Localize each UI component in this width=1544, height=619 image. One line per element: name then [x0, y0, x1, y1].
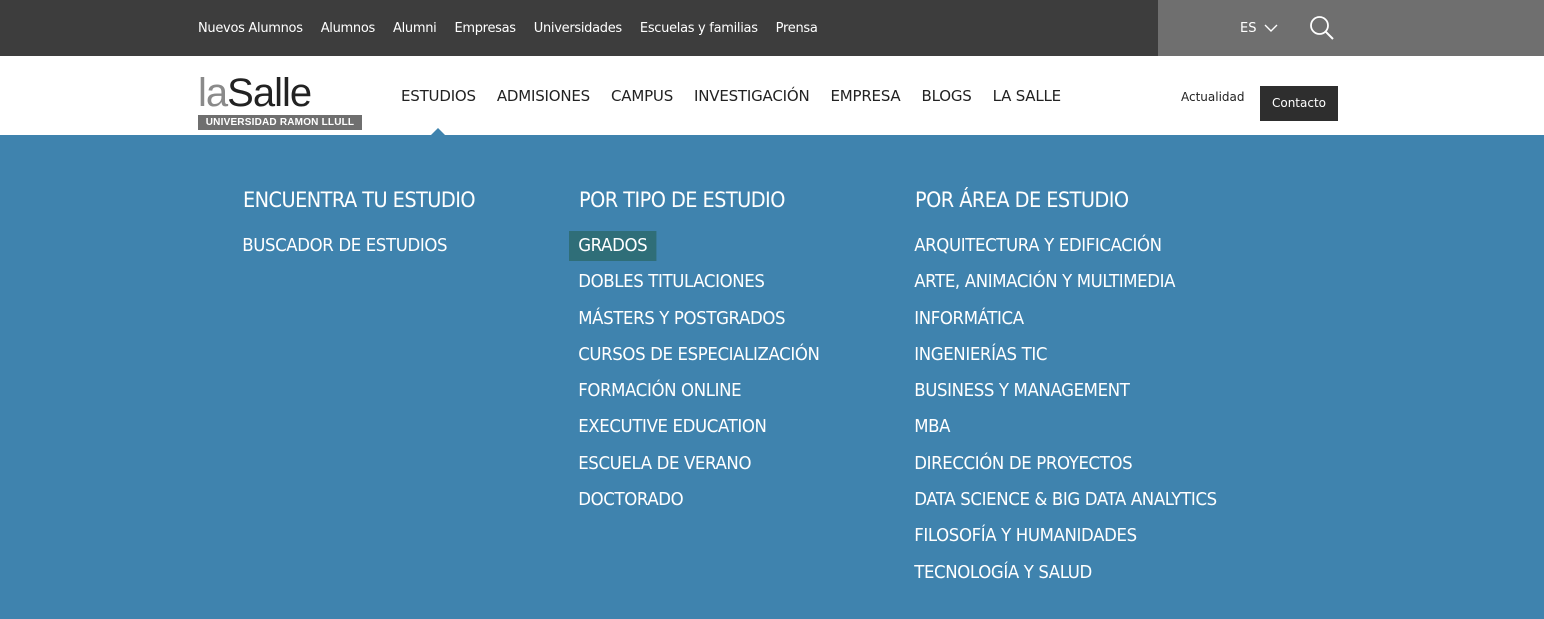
logo-subtitle: UNIVERSIDAD RAMON LLULL [198, 115, 362, 130]
topbar-link-universidades[interactable]: Universidades [534, 21, 622, 36]
menu-item-selected[interactable]: GRADOS [569, 231, 851, 267]
menu-item[interactable]: INFORMÁTICA [914, 304, 1254, 340]
menu-item[interactable]: DOBLES TITULACIONES [578, 267, 851, 303]
topbar-link-alumnos[interactable]: Alumnos [321, 21, 376, 36]
nav-estudios[interactable]: ESTUDIOS [401, 87, 476, 138]
menu-column-encuentra: ENCUENTRA TU ESTUDIO BUSCADOR DE ESTUDIO… [242, 183, 495, 267]
menu-item[interactable]: BUSINESS Y MANAGEMENT [914, 376, 1254, 412]
menu-item[interactable]: CURSOS DE ESPECIALIZACIÓN [578, 340, 851, 376]
top-utility-bar: Nuevos Alumnos Alumnos Alumni Empresas U… [0, 0, 1544, 56]
menu-column-area: POR ÁREA DE ESTUDIO ARQUITECTURA Y EDIFI… [914, 183, 1254, 594]
topbar-link-escuelas-familias[interactable]: Escuelas y familias [640, 21, 758, 36]
nav-la-salle[interactable]: LA SALLE [993, 87, 1062, 105]
column-title: POR ÁREA DE ESTUDIO [915, 188, 1129, 212]
language-label: ES [1240, 20, 1257, 36]
menu-column-tipo: POR TIPO DE ESTUDIO GRADOS DOBLES TITULA… [569, 183, 851, 521]
contacto-button[interactable]: Contacto [1260, 86, 1338, 121]
nav-investigacion[interactable]: INVESTIGACIÓN [694, 87, 810, 105]
menu-item[interactable]: ARTE, ANIMACIÓN Y MULTIMEDIA [914, 267, 1254, 303]
topbar-link-empresas[interactable]: Empresas [454, 21, 516, 36]
column-title: POR TIPO DE ESTUDIO [579, 188, 785, 212]
menu-item[interactable]: BUSCADOR DE ESTUDIOS [242, 231, 495, 267]
nav-empresa[interactable]: EMPRESA [830, 87, 900, 105]
actualidad-link[interactable]: Actualidad [1181, 90, 1245, 104]
menu-item[interactable]: TECNOLOGÍA Y SALUD [914, 558, 1254, 594]
chevron-down-icon [1264, 24, 1278, 32]
menu-item[interactable]: DIRECCIÓN DE PROYECTOS [914, 449, 1254, 485]
search-icon[interactable] [1308, 14, 1336, 42]
estudios-mega-menu: ENCUENTRA TU ESTUDIO BUSCADOR DE ESTUDIO… [0, 135, 1544, 619]
menu-item[interactable]: ESCUELA DE VERANO [578, 449, 851, 485]
menu-item[interactable]: EXECUTIVE EDUCATION [578, 412, 851, 448]
menu-item[interactable]: MBA [914, 412, 1254, 448]
menu-item[interactable]: DATA SCIENCE & BIG DATA ANALYTICS [914, 485, 1254, 521]
topbar-link-prensa[interactable]: Prensa [776, 21, 818, 36]
nav-blogs[interactable]: BLOGS [922, 87, 972, 105]
topbar-link-alumni[interactable]: Alumni [393, 21, 437, 36]
main-header: laSalle UNIVERSIDAD RAMON LLULL ESTUDIOS… [0, 56, 1544, 138]
language-selector[interactable]: ES [1240, 0, 1278, 56]
topbar-tools: ES [1158, 0, 1544, 56]
logo-wordmark: laSalle [198, 71, 312, 115]
nav-admisiones[interactable]: ADMISIONES [497, 87, 590, 105]
main-nav: ESTUDIOS ADMISIONES CAMPUS INVESTIGACIÓN… [401, 56, 1082, 138]
topbar-link-nuevos-alumnos[interactable]: Nuevos Alumnos [198, 21, 303, 36]
menu-item[interactable]: MÁSTERS Y POSTGRADOS [578, 304, 851, 340]
audience-links: Nuevos Alumnos Alumnos Alumni Empresas U… [198, 0, 836, 56]
menu-item[interactable]: FORMACIÓN ONLINE [578, 376, 851, 412]
menu-item[interactable]: INGENIERÍAS TIC [914, 340, 1254, 376]
menu-item[interactable]: DOCTORADO [578, 485, 851, 521]
menu-item[interactable]: FILOSOFÍA Y HUMANIDADES [914, 521, 1254, 557]
column-title: ENCUENTRA TU ESTUDIO [243, 188, 476, 212]
menu-item[interactable]: ARQUITECTURA Y EDIFICACIÓN [914, 231, 1254, 267]
lasalle-logo[interactable]: laSalle UNIVERSIDAD RAMON LLULL [198, 72, 362, 130]
nav-campus[interactable]: CAMPUS [611, 87, 673, 105]
